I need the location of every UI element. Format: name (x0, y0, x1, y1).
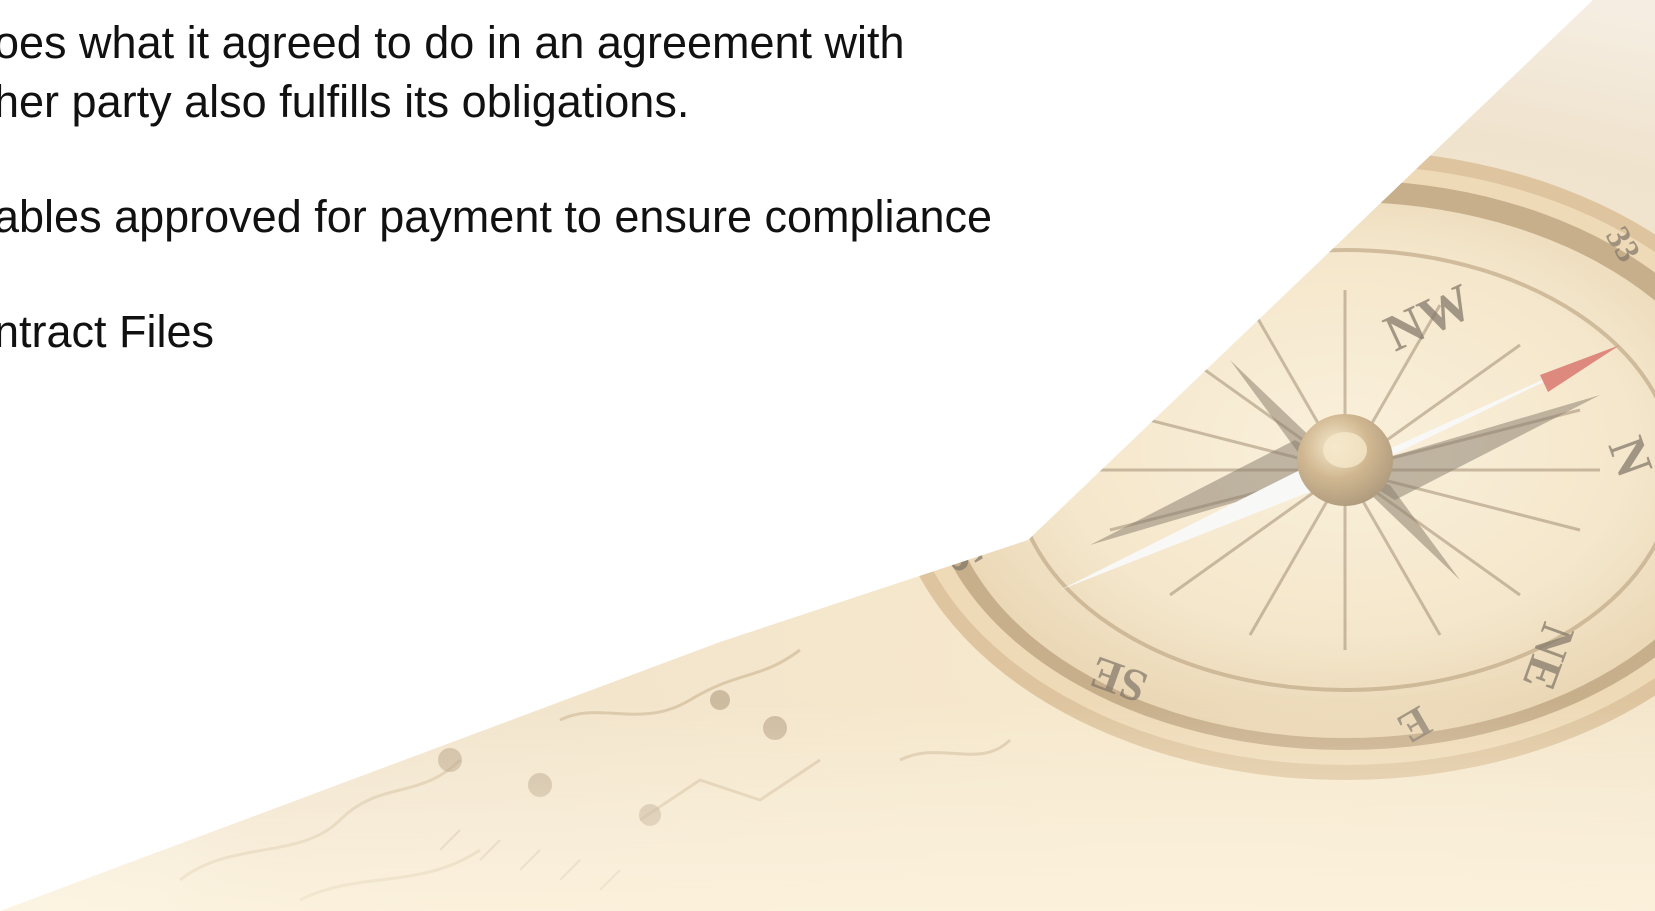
slide-body-text: oes what it agreed to do in an agreement… (0, 0, 1655, 911)
body-line-2: her party also fulfills its obligations. (0, 76, 690, 127)
slide: NW N NE E SE S 33 oes what it agreed to … (0, 0, 1655, 911)
body-line-3: ables approved for payment to ensure com… (0, 191, 993, 242)
body-line-4: ntract Files (0, 306, 215, 357)
body-line-1: oes what it agreed to do in an agreement… (0, 17, 905, 68)
